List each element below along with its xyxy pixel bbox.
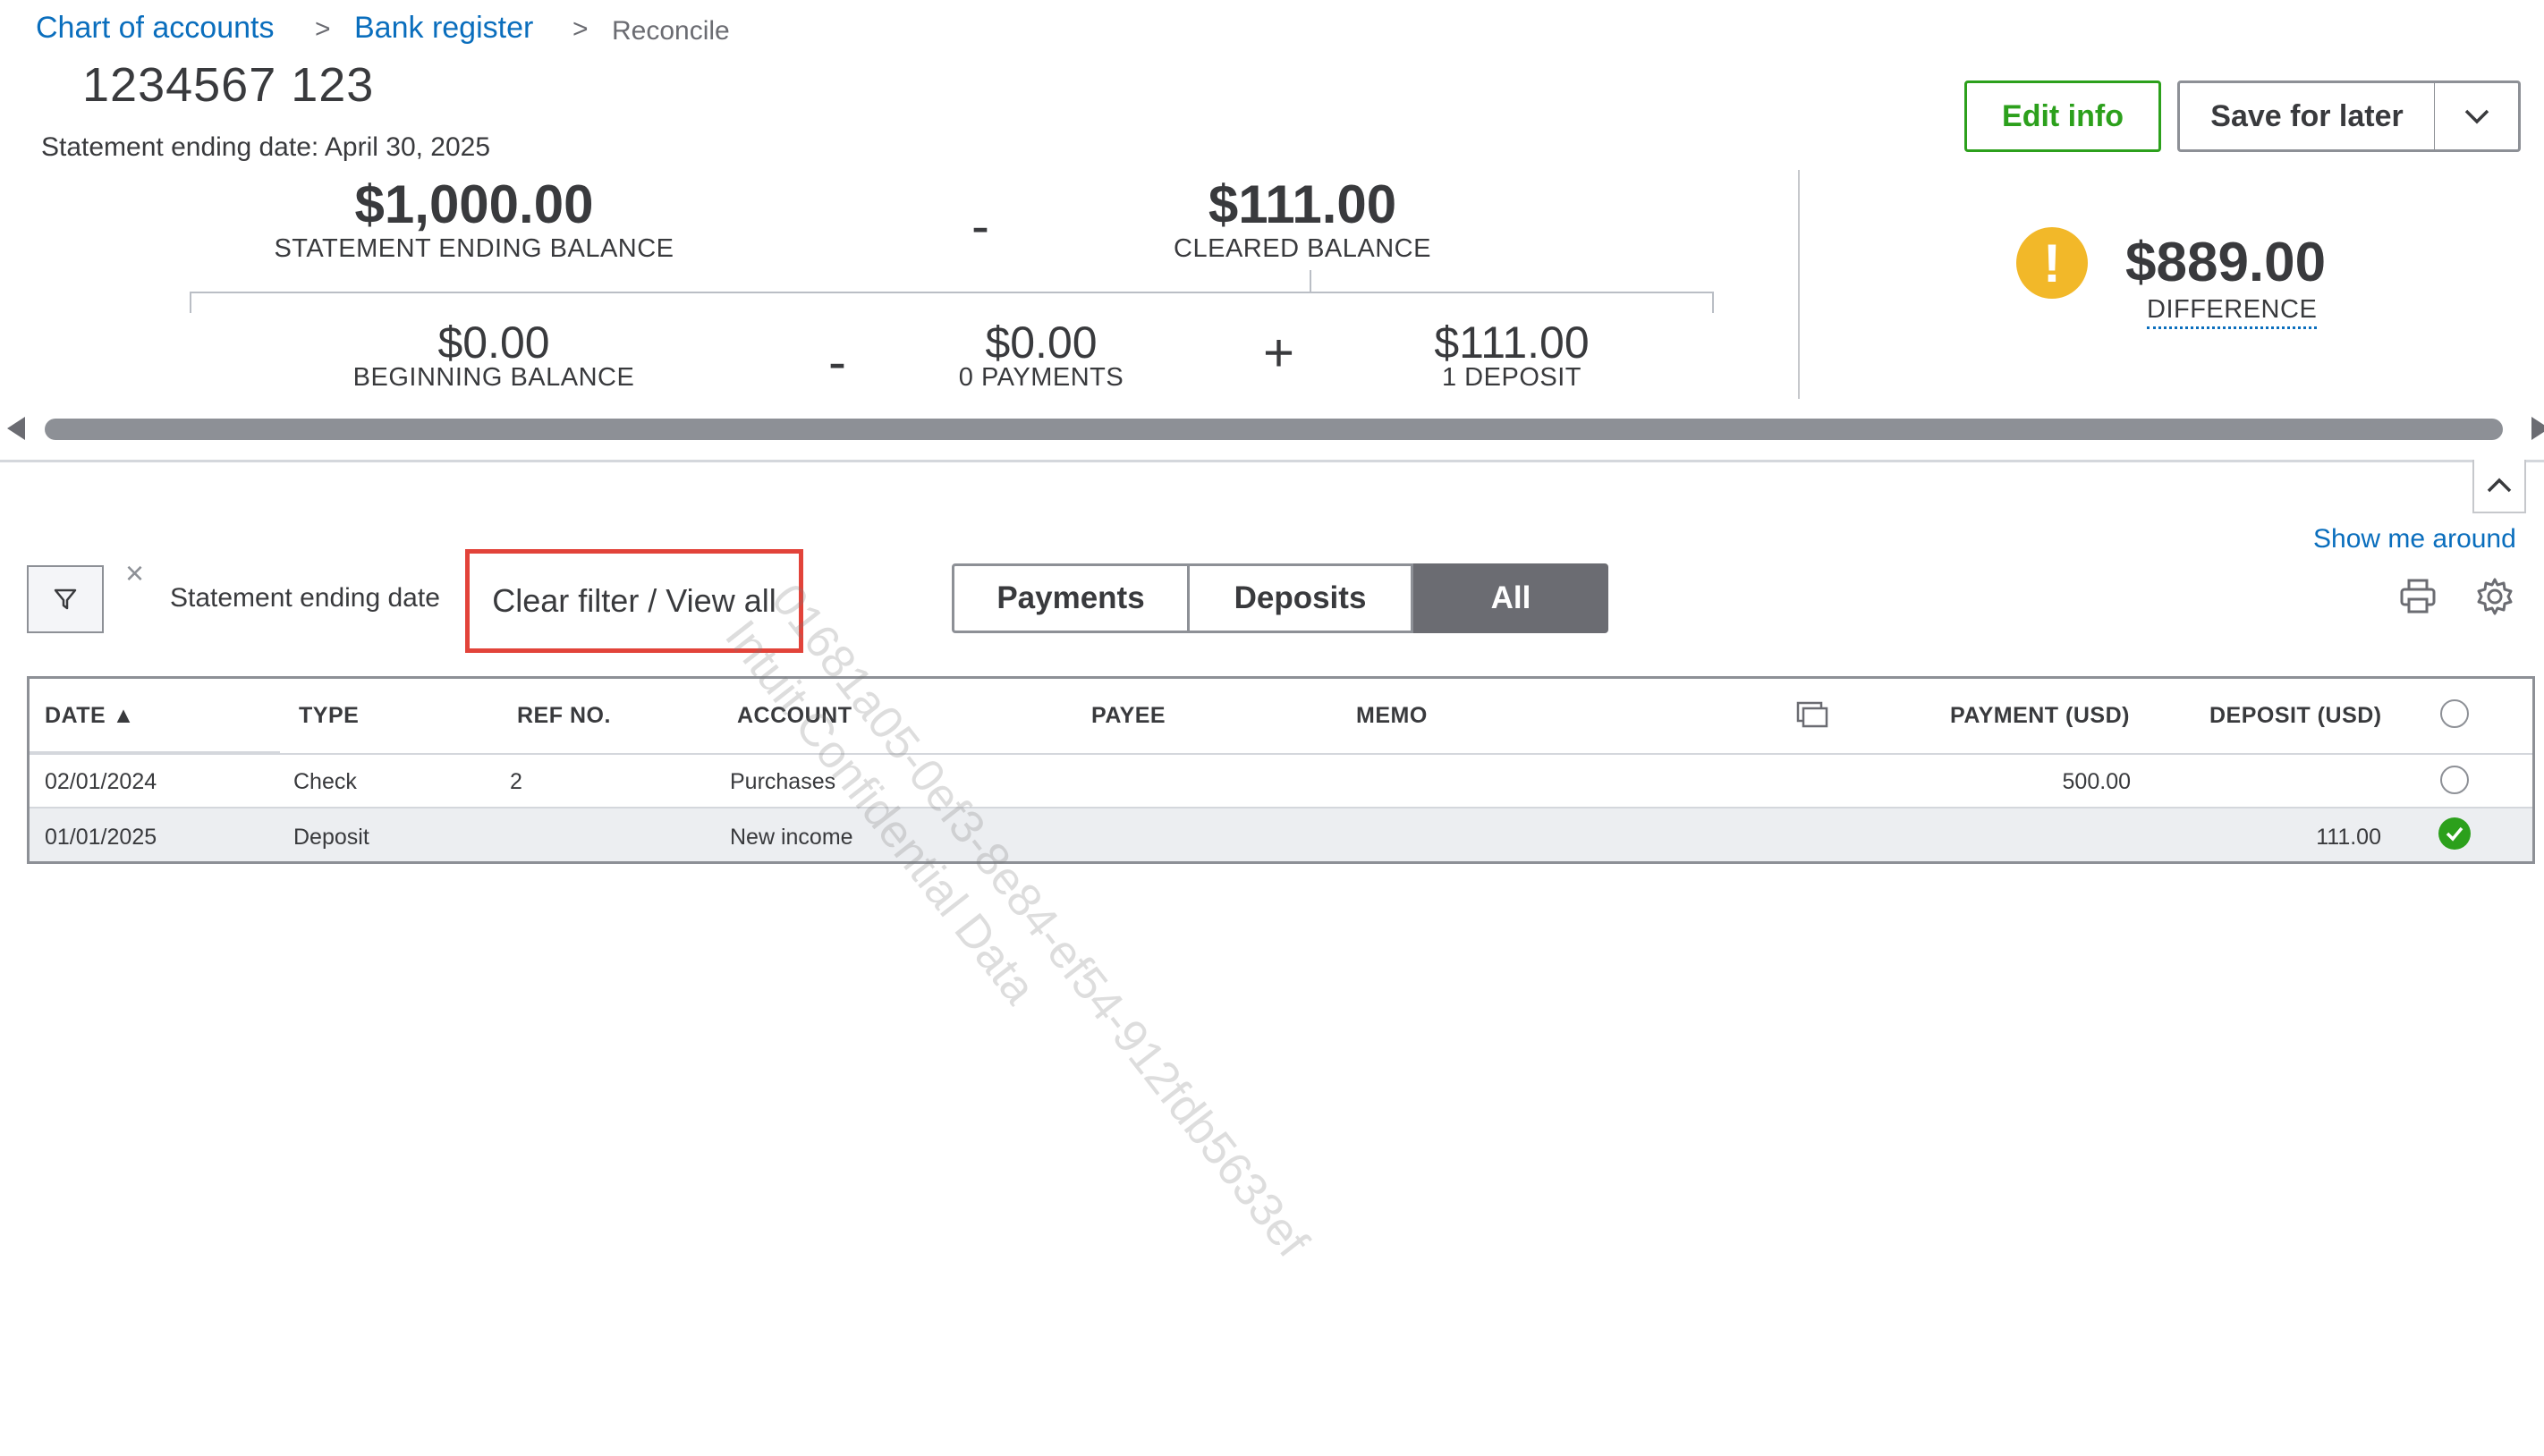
row-payment: 500.00 — [2062, 769, 2131, 794]
breadcrumb-bank-register[interactable]: Bank register — [354, 11, 533, 46]
breadcrumb-chart-of-accounts[interactable]: Chart of accounts — [36, 11, 274, 46]
columns-icon[interactable] — [1794, 699, 1830, 730]
breadcrumb-current: Reconcile — [612, 16, 730, 46]
bracket-stem — [1310, 270, 1311, 293]
minus-operator: - — [828, 332, 846, 392]
beginning-balance-amount: $0.00 — [437, 317, 550, 368]
breadcrumb-separator: > — [572, 14, 589, 44]
segment-all[interactable]: All — [1413, 563, 1608, 633]
statement-ending-date: Statement ending date: April 30, 2025 — [41, 132, 491, 162]
payments-amount: $0.00 — [985, 317, 1098, 368]
remove-filter-close-icon[interactable]: × — [125, 554, 144, 592]
filter-label: Statement ending date — [170, 583, 440, 613]
chevron-up-icon — [2487, 478, 2512, 493]
save-for-later-button[interactable]: Save for later — [2177, 80, 2437, 152]
clear-filter-view-all-link[interactable]: Clear filter / View all — [465, 549, 803, 653]
horizontal-scrollbar-thumb[interactable] — [45, 419, 2503, 440]
show-me-around-link[interactable]: Show me around — [2313, 524, 2516, 554]
row-divider — [30, 753, 2532, 755]
deposits-amount: $111.00 — [1434, 317, 1590, 368]
segment-payments[interactable]: Payments — [952, 563, 1190, 633]
row-cleared-radio[interactable] — [2440, 766, 2469, 794]
cleared-balance-amount: $111.00 — [1208, 174, 1397, 234]
column-header-ref-no[interactable]: REF NO. — [517, 703, 611, 729]
statement-ending-balance-label: STATEMENT ENDING BALANCE — [274, 234, 674, 263]
row-type: Check — [293, 769, 357, 794]
column-header-deposit[interactable]: DEPOSIT (USD) — [2209, 703, 2382, 729]
row-date: 01/01/2025 — [45, 825, 157, 850]
deposits-label: 1 DEPOSIT — [1442, 363, 1582, 392]
column-header-type[interactable]: TYPE — [299, 703, 359, 729]
row-date: 02/01/2024 — [45, 769, 157, 794]
select-all-radio[interactable] — [2440, 699, 2469, 728]
column-header-payee[interactable]: PAYEE — [1091, 703, 1166, 729]
row-cleared-check[interactable] — [2438, 817, 2471, 850]
summary-divider — [1798, 170, 1800, 399]
page-title: 1234567 123 — [82, 58, 375, 112]
balance-bracket — [190, 292, 1714, 313]
print-icon[interactable] — [2397, 576, 2438, 617]
filter-funnel-icon — [54, 588, 77, 610]
segment-deposits[interactable]: Deposits — [1188, 563, 1413, 633]
column-header-date[interactable]: DATE ▲ — [45, 703, 135, 729]
plus-operator: + — [1263, 323, 1295, 383]
scroll-right-arrow-icon[interactable] — [2531, 417, 2544, 440]
table-row-highlight[interactable] — [30, 808, 2532, 861]
scroll-left-arrow-icon[interactable] — [7, 417, 25, 440]
row-deposit: 111.00 — [2316, 825, 2381, 850]
row-type: Deposit — [293, 825, 369, 850]
column-header-memo[interactable]: MEMO — [1356, 703, 1428, 729]
warning-icon: ! — [2016, 227, 2088, 299]
difference-amount: $889.00 — [2125, 232, 2327, 293]
beginning-balance-label: BEGINNING BALANCE — [352, 363, 635, 392]
cleared-balance-label: CLEARED BALANCE — [1174, 234, 1431, 263]
section-divider — [0, 460, 2544, 462]
chevron-down-icon — [2464, 109, 2489, 124]
checkmark-icon — [2446, 826, 2463, 842]
save-options-dropdown[interactable] — [2435, 80, 2521, 152]
payments-label: 0 PAYMENTS — [958, 363, 1124, 392]
breadcrumb-separator: > — [315, 14, 331, 44]
row-account: Purchases — [730, 769, 836, 794]
row-account: New income — [730, 825, 853, 850]
column-header-account[interactable]: ACCOUNT — [737, 703, 852, 729]
statement-ending-balance-amount: $1,000.00 — [354, 174, 594, 234]
collapse-summary-button[interactable] — [2472, 460, 2526, 513]
edit-info-button[interactable]: Edit info — [1964, 80, 2161, 152]
minus-operator: - — [971, 196, 989, 256]
difference-label[interactable]: DIFFERENCE — [2147, 295, 2318, 329]
row-ref-no: 2 — [510, 769, 522, 794]
column-header-payment[interactable]: PAYMENT (USD) — [1950, 703, 2130, 729]
gear-icon[interactable] — [2474, 576, 2515, 617]
filter-button[interactable] — [27, 565, 104, 633]
